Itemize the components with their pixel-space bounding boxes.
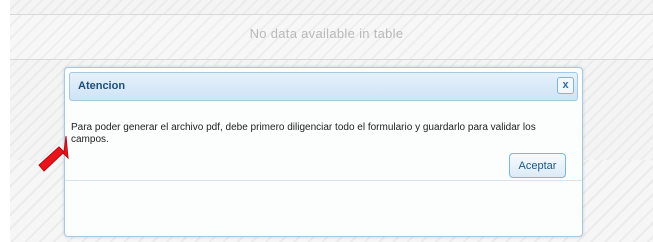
attention-dialog: Atencion x Para poder generar el archivo… bbox=[64, 67, 583, 237]
dialog-message: Para poder generar el archivo pdf, debe … bbox=[71, 122, 536, 145]
dialog-titlebar[interactable]: Atencion x bbox=[69, 72, 578, 101]
empty-table-message: No data available in table bbox=[249, 26, 404, 41]
dialog-divider bbox=[65, 180, 582, 181]
red-arrow-icon bbox=[38, 135, 69, 172]
close-button[interactable]: x bbox=[557, 77, 574, 94]
dialog-title: Atencion bbox=[78, 80, 126, 92]
close-icon: x bbox=[562, 79, 569, 91]
accept-button[interactable]: Aceptar bbox=[509, 153, 566, 178]
